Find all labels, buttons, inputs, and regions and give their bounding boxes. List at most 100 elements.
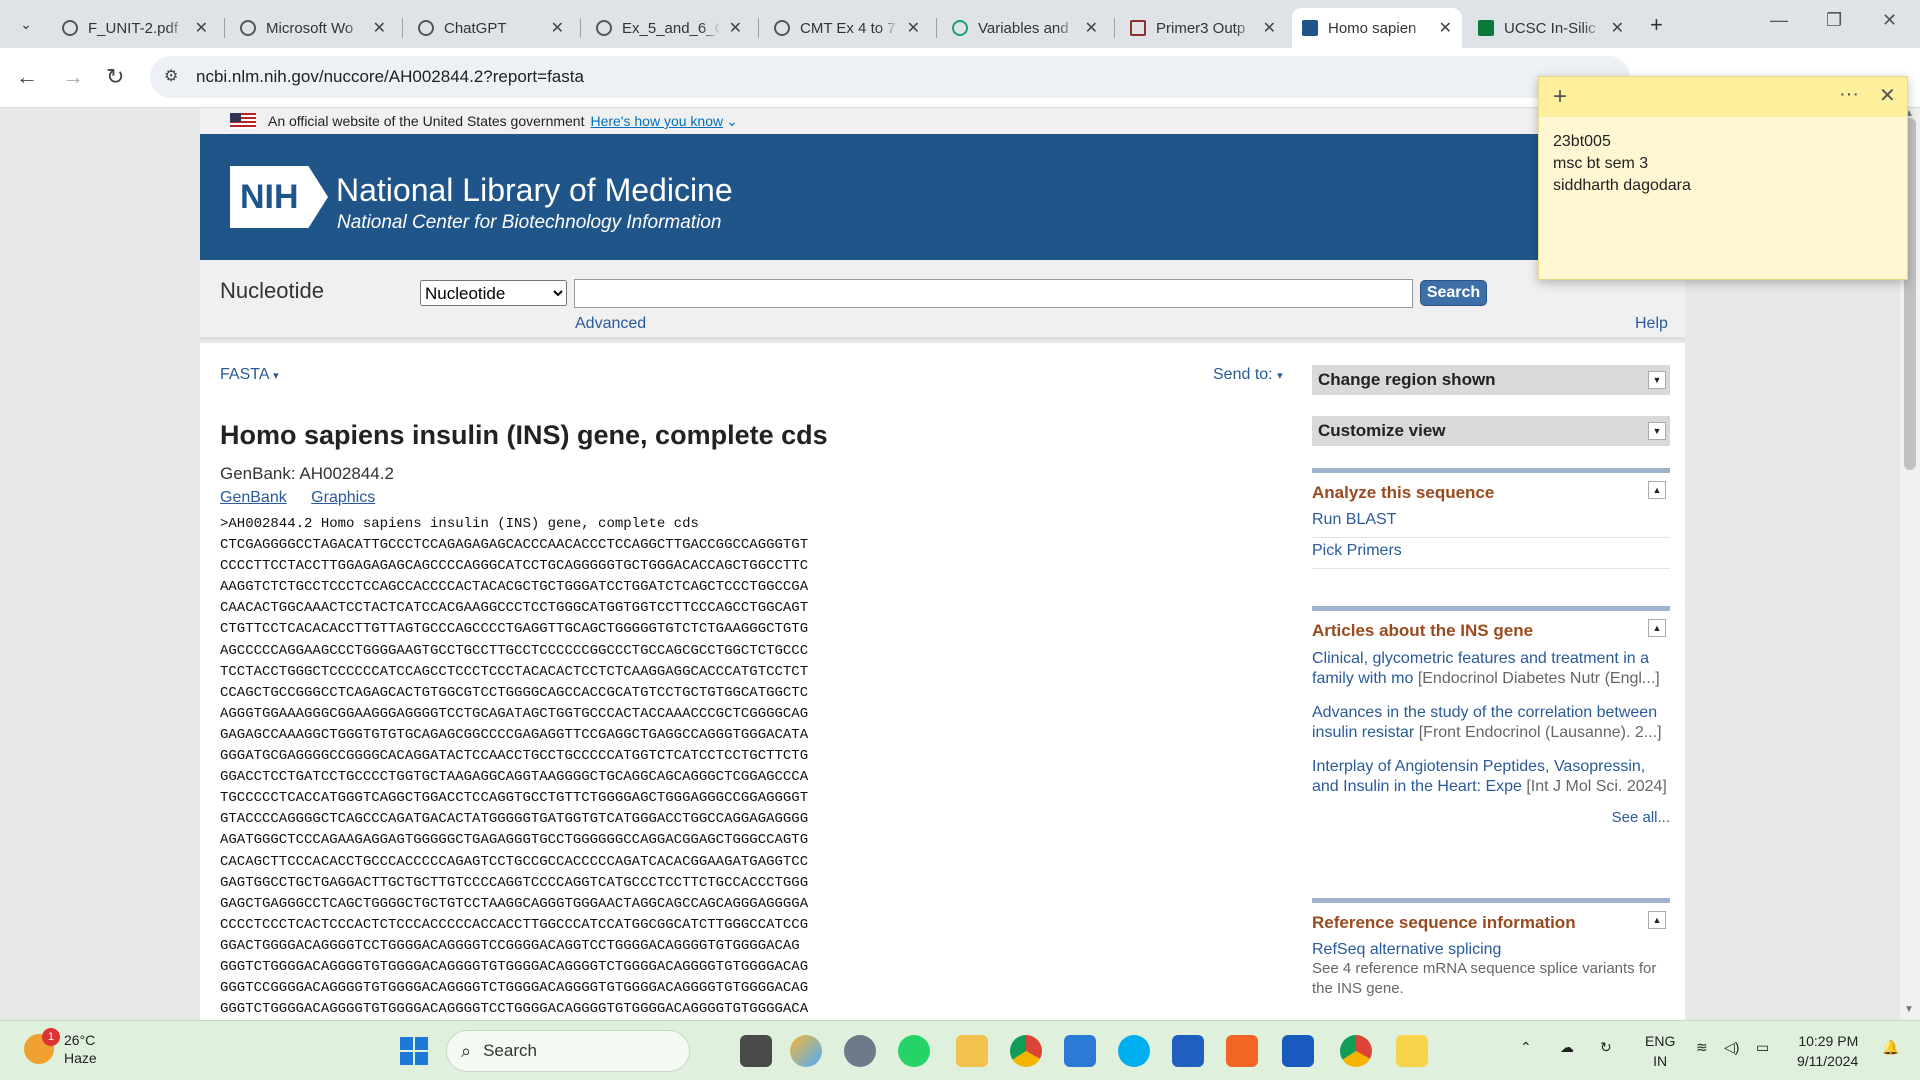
word-icon[interactable] — [1282, 1035, 1314, 1067]
expand-toggle-icon[interactable]: ▼ — [1648, 422, 1666, 440]
send-to-menu[interactable]: Send to: ▾ — [1213, 366, 1283, 384]
article-item[interactable]: Clinical, glycometric features and treat… — [1312, 645, 1670, 697]
close-note-icon[interactable]: ✕ — [1879, 83, 1896, 108]
sequence-line: GGACCTCCTGATCCTGCCCCTGGTGCTAAGAGGCAGGTAA… — [220, 769, 809, 786]
forward-icon[interactable]: → — [62, 64, 84, 90]
gov-banner-text: An official website of the United States… — [268, 113, 585, 129]
store-icon[interactable] — [1172, 1035, 1204, 1067]
nih-logo[interactable]: NIH — [230, 166, 328, 228]
close-tab-icon[interactable]: ✕ — [729, 18, 742, 38]
advanced-search-link[interactable]: Advanced — [575, 315, 646, 333]
sequence-line: CAACACTGGCAAACTCCTACTCATCCACGAAGGCCCTCCT… — [220, 600, 809, 617]
tab-6[interactable]: Primer3 Outp ✕ — [1120, 8, 1286, 48]
address-bar[interactable]: ⚙ ncbi.nlm.nih.gov/nuccore/AH002844.2?re… — [150, 56, 1630, 98]
chevron-down-icon: ⌄ — [726, 112, 738, 129]
tab-2[interactable]: ChatGPT ✕ — [408, 8, 574, 48]
database-select[interactable]: Nucleotide — [420, 280, 567, 306]
cloud-icon[interactable]: ☁ — [1560, 1039, 1574, 1056]
sequence-line: GGACTGGGGACAGGGGTCCTGGGGACAGGGGTCCGGGGAC… — [220, 937, 800, 954]
see-all-link[interactable]: See all... — [1312, 805, 1670, 826]
sync-icon[interactable]: ↻ — [1600, 1039, 1612, 1056]
volume-icon[interactable]: ◁) — [1724, 1039, 1739, 1056]
wifi-icon[interactable]: ≋ — [1696, 1039, 1708, 1056]
sticky-note-header[interactable]: + ··· ✕ — [1539, 77, 1907, 117]
customize-view-panel[interactable]: Customize view ▼ — [1312, 416, 1670, 446]
collapse-toggle-icon[interactable]: ▲ — [1648, 619, 1666, 637]
close-tab-icon[interactable]: ✕ — [551, 18, 564, 38]
close-tab-icon[interactable]: ✕ — [195, 18, 208, 38]
file-explorer-icon[interactable] — [956, 1035, 988, 1067]
weather-widget[interactable]: 1 26°C Haze — [24, 1028, 97, 1067]
tab-5[interactable]: Variables and ✕ — [942, 8, 1108, 48]
new-note-icon[interactable]: + — [1553, 83, 1567, 111]
settings-icon[interactable] — [844, 1035, 876, 1067]
note-line: siddharth dagodara — [1553, 177, 1691, 194]
collapse-toggle-icon[interactable]: ▲ — [1648, 481, 1666, 499]
article-item[interactable]: Advances in the study of the correlation… — [1312, 697, 1670, 751]
minimize-icon[interactable]: — — [1770, 10, 1788, 31]
tab-search-icon[interactable]: ⌄ — [12, 10, 40, 38]
article-item[interactable]: Interplay of Angiotensin Peptides, Vasop… — [1312, 751, 1670, 805]
tab-8[interactable]: UCSC In-Silic ✕ — [1468, 8, 1634, 48]
pick-primers-link[interactable]: Pick Primers — [1312, 538, 1670, 569]
sequence-line: GGGTCCGGGGACAGGGGTGTGGGGACAGGGGTCTGGGGAC… — [220, 980, 809, 997]
format-menu[interactable]: FASTA ▾ — [220, 366, 279, 384]
help-link[interactable]: Help — [1635, 315, 1668, 333]
close-tab-icon[interactable]: ✕ — [373, 18, 386, 38]
taskbar-search[interactable]: ⌕ Search — [446, 1030, 690, 1072]
notification-bell-icon[interactable]: 🔔 — [1882, 1039, 1899, 1056]
close-tab-icon[interactable]: ✕ — [1085, 18, 1098, 38]
close-tab-icon[interactable]: ✕ — [1611, 18, 1624, 38]
run-blast-link[interactable]: Run BLAST — [1312, 507, 1670, 538]
change-region-panel[interactable]: Change region shown ▼ — [1312, 365, 1670, 395]
clock[interactable]: 10:29 PM 9/11/2024 — [1797, 1031, 1858, 1071]
new-tab-icon[interactable]: + — [1650, 12, 1663, 38]
chrome-icon[interactable] — [1010, 1035, 1042, 1067]
tab-1[interactable]: Microsoft Wo ✕ — [230, 8, 396, 48]
genbank-link[interactable]: GenBank — [220, 489, 287, 506]
battery-icon[interactable]: ▭ — [1756, 1039, 1769, 1056]
tab-title: Ex_5_and_6_C — [622, 19, 721, 37]
whatsapp-icon[interactable] — [898, 1035, 930, 1067]
search-button[interactable]: Search — [1420, 280, 1487, 306]
close-tab-icon[interactable]: ✕ — [907, 18, 920, 38]
vscode-icon[interactable] — [1064, 1035, 1096, 1067]
copilot-icon[interactable] — [790, 1035, 822, 1067]
close-tab-icon[interactable]: ✕ — [1439, 18, 1452, 38]
sequence-line: AGGGTGGAAAGGGCGGAAGGGAGGGGTCCTGCAGATAGCT… — [220, 705, 809, 722]
articles-section: Articles about the INS gene ▲ Clinical, … — [1312, 606, 1670, 826]
task-view-icon[interactable] — [740, 1035, 772, 1067]
refseq-splicing-link[interactable]: RefSeq alternative splicing — [1312, 937, 1670, 959]
sticky-note-window[interactable]: + ··· ✕ 23bt005 msc bt sem 3 siddharth d… — [1538, 76, 1908, 280]
sticky-notes-icon[interactable] — [1396, 1035, 1428, 1067]
collapse-toggle-icon[interactable]: ▲ — [1648, 911, 1666, 929]
close-tab-icon[interactable]: ✕ — [1263, 18, 1276, 38]
globe-icon — [240, 20, 256, 36]
back-icon[interactable]: ← — [16, 64, 38, 90]
graphics-link[interactable]: Graphics — [311, 489, 375, 506]
heres-how-you-know-link[interactable]: Here's how you know — [590, 113, 723, 129]
language-indicator[interactable]: ENG IN — [1645, 1031, 1675, 1071]
skype-icon[interactable] — [1118, 1035, 1150, 1067]
site-info-icon[interactable]: ⚙ — [164, 66, 178, 86]
fasta-header: >AH002844.2 Homo sapiens insulin (INS) g… — [220, 516, 699, 532]
sticky-note-text[interactable]: 23bt005 msc bt sem 3 siddharth dagodara — [1539, 117, 1907, 211]
tab-3[interactable]: Ex_5_and_6_C ✕ — [586, 8, 752, 48]
url-text[interactable]: ncbi.nlm.nih.gov/nuccore/AH002844.2?repo… — [196, 67, 584, 87]
scroll-down-icon[interactable]: ▼ — [1904, 1004, 1914, 1015]
tab-0[interactable]: F_UNIT-2.pdf ✕ — [52, 8, 218, 48]
chrome-profile-icon[interactable] — [1340, 1035, 1372, 1067]
us-flag-icon — [230, 113, 256, 129]
tab-7-active[interactable]: Homo sapien ✕ — [1292, 8, 1462, 48]
restore-icon[interactable]: ❐ — [1826, 10, 1842, 31]
reload-icon[interactable]: ↻ — [106, 64, 124, 90]
tab-4[interactable]: CMT Ex 4 to 7 ✕ — [764, 8, 930, 48]
close-window-icon[interactable]: ✕ — [1882, 10, 1897, 31]
xampp-icon[interactable] — [1226, 1035, 1258, 1067]
search-input[interactable] — [574, 279, 1413, 308]
windows-start-icon[interactable] — [400, 1037, 428, 1065]
expand-toggle-icon[interactable]: ▼ — [1648, 371, 1666, 389]
nlm-title[interactable]: National Library of Medicine — [336, 172, 733, 209]
chevron-up-icon[interactable]: ⌃ — [1520, 1039, 1532, 1056]
more-options-icon[interactable]: ··· — [1839, 83, 1859, 106]
